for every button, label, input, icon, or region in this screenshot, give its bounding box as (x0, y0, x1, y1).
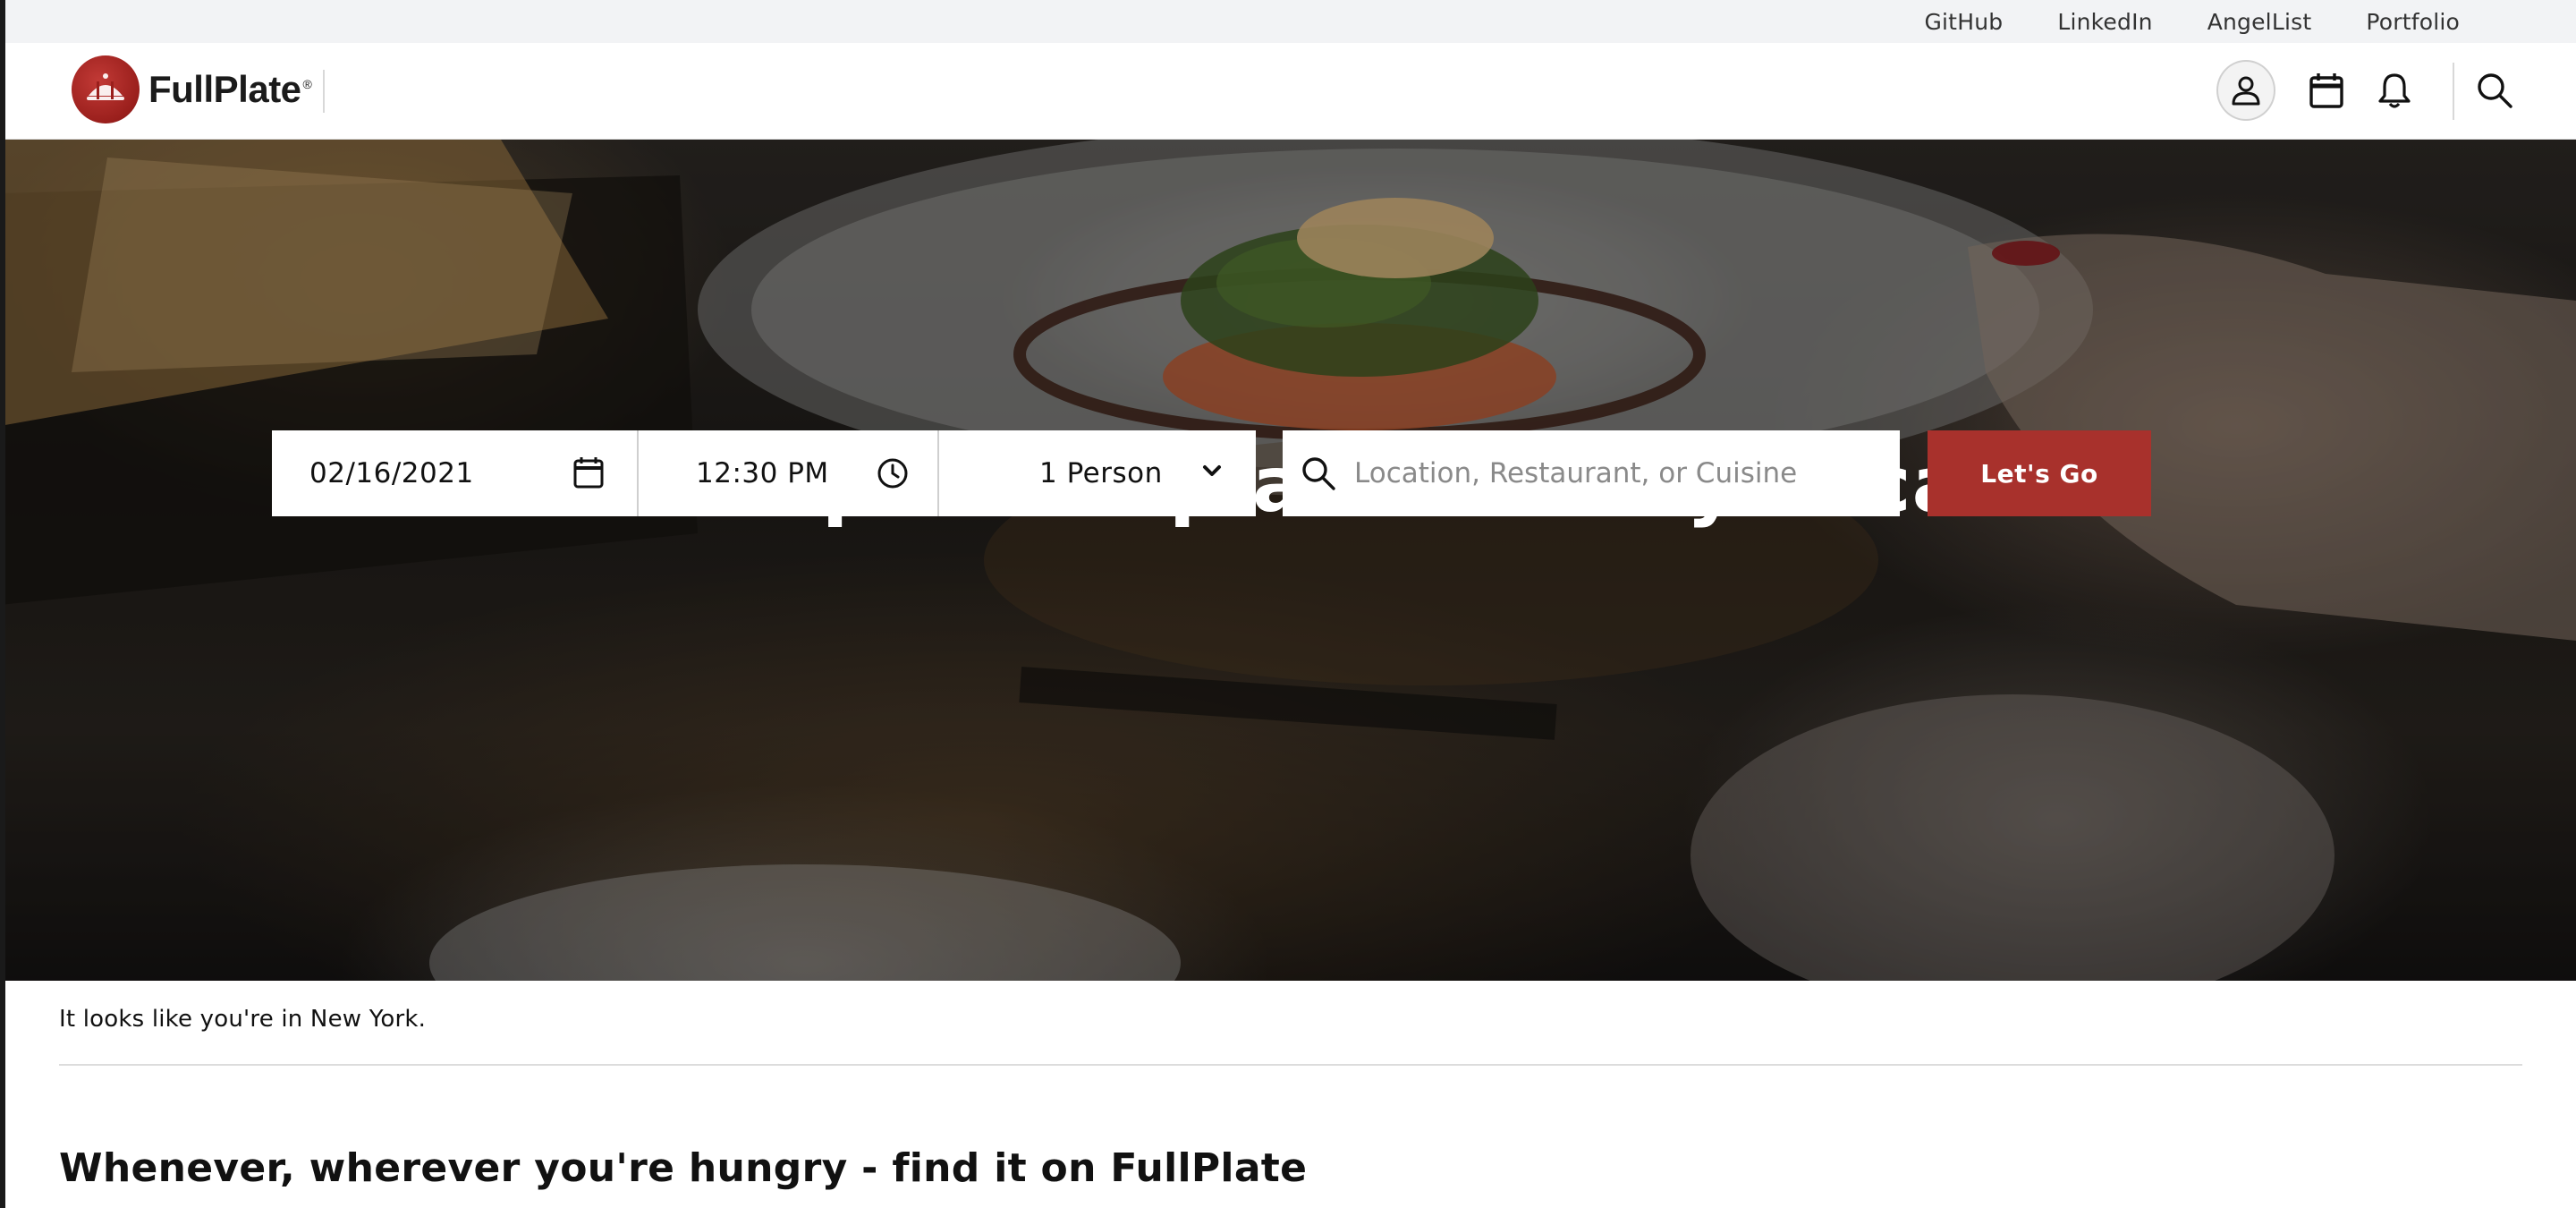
portfolio-link[interactable]: Portfolio (2366, 9, 2460, 35)
notifications-button[interactable] (2365, 61, 2424, 120)
angellist-link[interactable]: AngelList (2207, 9, 2312, 35)
window-edge (0, 0, 5, 1208)
header-icon-divider (2453, 63, 2454, 120)
calendar-icon (2309, 73, 2343, 108)
header-search-button[interactable] (2465, 61, 2524, 120)
date-value: 02/16/2021 (309, 457, 474, 489)
hero-food-photo (0, 140, 2576, 981)
section-divider (59, 1064, 2522, 1066)
time-value: 12:30 PM (696, 457, 829, 489)
search-input[interactable]: Location, Restaurant, or Cuisine (1354, 457, 1797, 489)
logo-divider (323, 70, 325, 113)
linkedin-link[interactable]: LinkedIn (2057, 9, 2152, 35)
party-size-value: 1 Person (1039, 457, 1163, 489)
top-utility-bar: GitHub LinkedIn AngelList Portfolio (0, 0, 2576, 43)
hero-banner: Find the perfect plate for any occasion (0, 140, 2576, 981)
location-search-field[interactable]: Location, Restaurant, or Cuisine (1283, 430, 1900, 516)
lets-go-button[interactable]: Let's Go (1928, 430, 2151, 516)
search-icon (2478, 73, 2512, 108)
registered-mark: ® (302, 77, 312, 91)
plate-logo-icon (72, 55, 140, 123)
clock-icon[interactable] (877, 457, 909, 489)
user-icon (2216, 60, 2275, 121)
bell-icon (2378, 73, 2411, 108)
calendar-button[interactable] (2297, 61, 2356, 120)
site-header: FullPlate ® (0, 43, 2576, 140)
location-note: It looks like you're in New York. (59, 1006, 427, 1033)
logo-text: FullPlate ® (148, 68, 312, 110)
search-icon (1302, 457, 1335, 490)
external-links: GitHub LinkedIn AngelList Portfolio (1869, 0, 2460, 43)
time-picker[interactable]: 12:30 PM (639, 430, 939, 516)
section-title: Whenever, wherever you're hungry - find … (59, 1145, 1308, 1191)
github-link[interactable]: GitHub (1924, 9, 2003, 35)
calendar-icon[interactable] (572, 455, 605, 489)
date-picker[interactable]: 02/16/2021 (272, 430, 639, 516)
user-button[interactable] (2216, 60, 2275, 121)
party-size-select[interactable]: 1 Person (939, 430, 1256, 516)
chevron-down-icon (1203, 465, 1221, 476)
logo[interactable]: FullPlate ® (72, 54, 312, 125)
